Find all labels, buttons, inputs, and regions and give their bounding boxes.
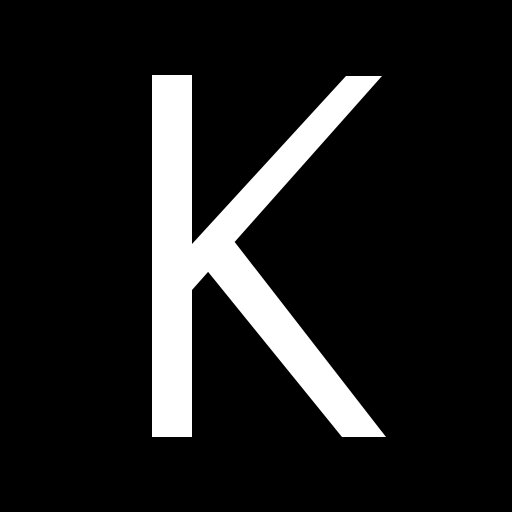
k-logo-icon — [0, 0, 512, 512]
logo-canvas — [0, 0, 512, 512]
k-stem — [152, 75, 192, 437]
logo-background — [0, 0, 512, 512]
